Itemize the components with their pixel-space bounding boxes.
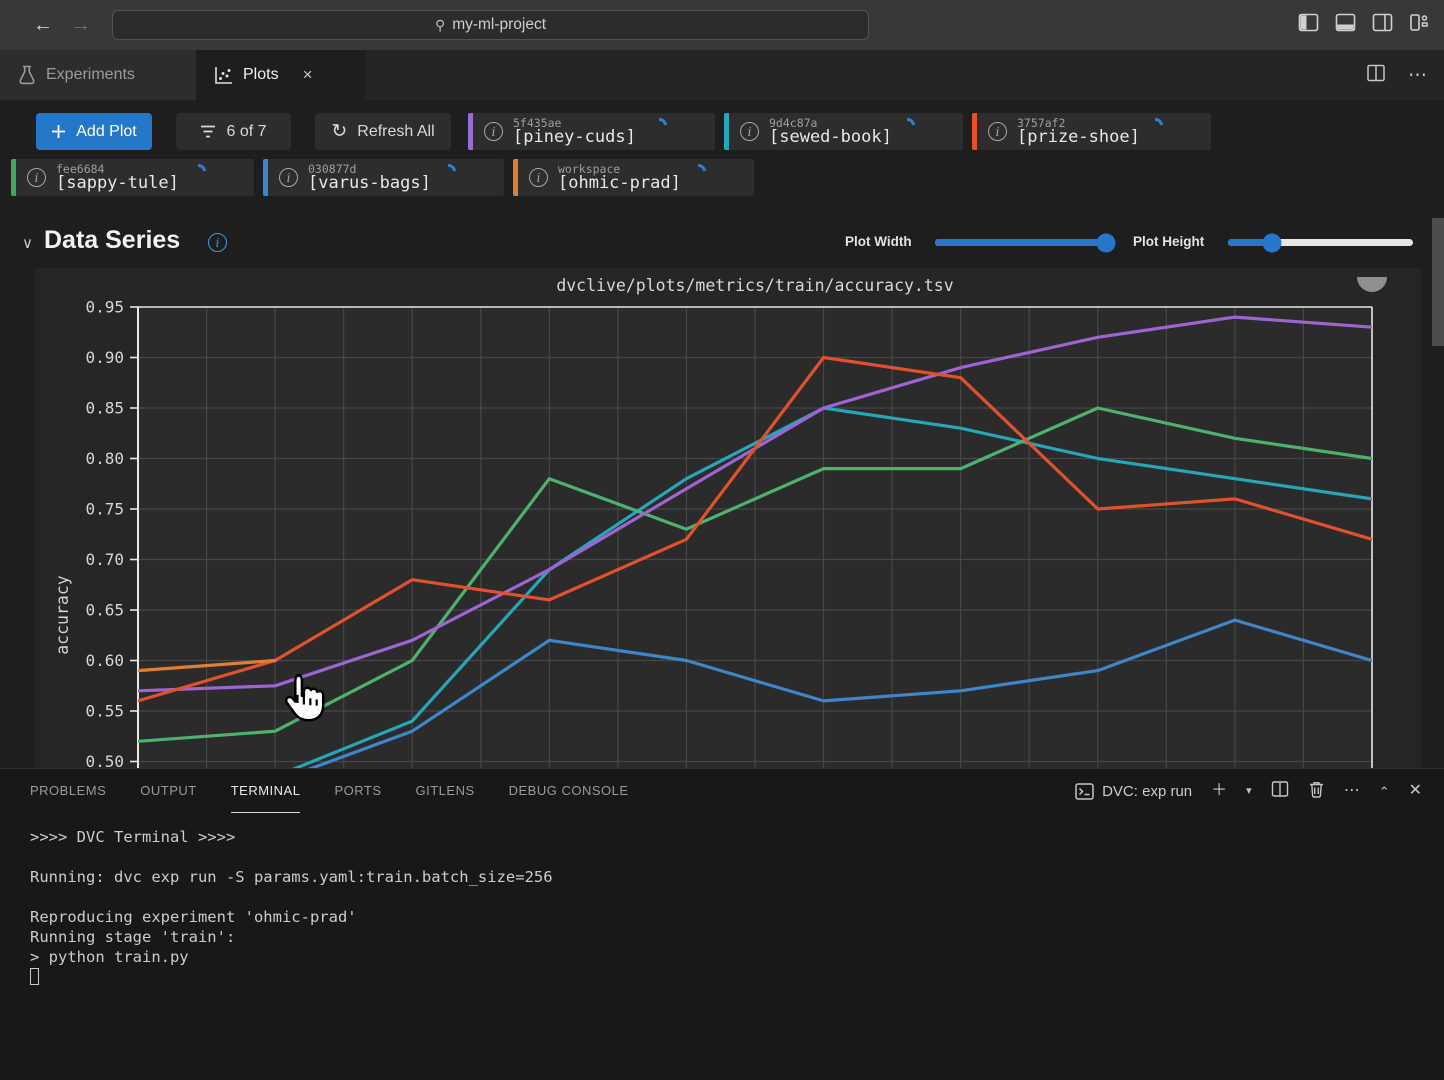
terminal-line (30, 847, 553, 867)
y-tick-label: 0.90 (85, 348, 124, 367)
terminal-line: > python train.py (30, 947, 553, 967)
panel-tab-problems[interactable]: PROBLEMS (30, 769, 106, 813)
panel-tab-ports[interactable]: PORTS (334, 769, 381, 813)
split-terminal-icon[interactable] (1271, 780, 1289, 803)
y-tick-label: 0.80 (85, 449, 124, 468)
y-tick-label: 0.65 (85, 601, 124, 620)
scrollbar-thumb[interactable] (1432, 218, 1444, 346)
maximize-panel-icon[interactable]: ⌃ (1379, 785, 1390, 798)
y-tick-label: 0.70 (85, 550, 124, 569)
y-tick-label: 0.75 (85, 500, 124, 519)
terminal-dropdown-icon[interactable]: ▾ (1246, 786, 1252, 797)
y-tick-label: 0.95 (85, 298, 124, 317)
terminal-line: Reproducing experiment 'ohmic-prad' (30, 907, 553, 927)
panel-tab-debug-console[interactable]: DEBUG CONSOLE (509, 769, 629, 813)
active-shell[interactable]: DVC: exp run (1075, 783, 1192, 800)
y-tick-label: 0.55 (85, 702, 124, 721)
close-panel-icon[interactable]: ✕ (1409, 783, 1422, 799)
y-axis-label: accuracy (53, 575, 72, 655)
y-tick-label: 0.60 (85, 651, 124, 670)
panel-more-actions-icon[interactable]: ⋯ (1344, 783, 1360, 799)
accuracy-line-chart: dvclive/plots/metrics/train/accuracy.tsv… (0, 0, 1444, 800)
y-tick-label: 0.85 (85, 399, 124, 418)
bottom-panel: PROBLEMS OUTPUT TERMINAL PORTS GITLENS DEBUG … (0, 768, 1444, 1080)
panel-tab-output[interactable]: OUTPUT (140, 769, 196, 813)
terminal-cursor (30, 968, 39, 985)
terminal-line (30, 887, 553, 907)
panel-tab-terminal[interactable]: TERMINAL (231, 769, 301, 813)
terminal-line: Running stage 'train': (30, 927, 553, 947)
terminal-line: Running: dvc exp run -S params.yaml:trai… (30, 867, 553, 887)
chart-title: dvclive/plots/metrics/train/accuracy.tsv (556, 276, 953, 295)
shell-label: DVC: exp run (1102, 783, 1192, 800)
vscode-window: ← → ⚲ my-ml-project Experiments (0, 0, 1444, 1080)
terminal-icon (1075, 783, 1094, 800)
new-terminal-icon[interactable]: ＋ (1211, 783, 1227, 799)
terminal-output[interactable]: >>>> DVC Terminal >>>> Running: dvc exp … (30, 827, 553, 987)
kill-terminal-trash-icon[interactable] (1308, 780, 1325, 803)
panel-tab-gitlens[interactable]: GITLENS (416, 769, 475, 813)
terminal-line: >>>> DVC Terminal >>>> (30, 827, 553, 847)
